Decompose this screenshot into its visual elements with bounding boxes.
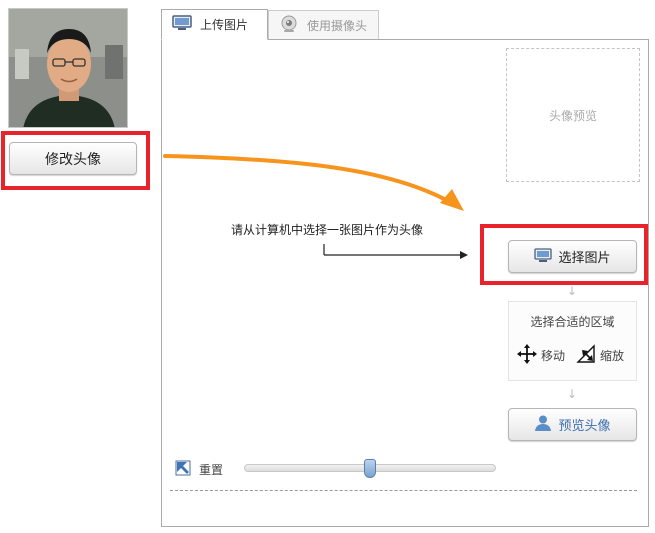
zoom-slider-thumb[interactable] [364, 459, 376, 478]
tab-use-camera[interactable]: 使用摄像头 [268, 10, 379, 39]
resize-icon [576, 344, 596, 367]
flow-down-arrow: ↓ [567, 284, 578, 298]
tab-upload-image[interactable]: 上传图片 [161, 9, 268, 40]
zoom-label: 缩放 [600, 349, 625, 363]
preview-avatar-button-label: 预览头像 [558, 419, 611, 434]
avatar-photo [9, 9, 127, 127]
flow-down-arrow: ↓ [567, 387, 578, 401]
move-icon [517, 344, 537, 367]
reset-icon [175, 460, 191, 479]
orange-annotation-arrow [163, 154, 464, 211]
avatar-preview-box: 头像预览 [506, 48, 640, 182]
avatar [8, 8, 128, 128]
avatar-preview-label: 头像预览 [548, 108, 597, 123]
crop-area-title: 选择合适的区域 [530, 315, 615, 329]
preview-avatar-button[interactable]: 预览头像 [508, 408, 637, 441]
monitor-icon [534, 247, 553, 266]
upload-hint-text: 请从计算机中选择一张图片作为头像 [231, 223, 424, 237]
edit-avatar-button-label: 修改头像 [45, 151, 101, 168]
tab-use-camera-label: 使用摄像头 [307, 18, 368, 33]
reset-button[interactable]: 重置 [175, 460, 223, 479]
move-label: 移动 [541, 349, 566, 363]
select-image-button-label: 选择图片 [558, 251, 611, 266]
select-image-button[interactable]: 选择图片 [508, 240, 637, 273]
edit-avatar-button[interactable]: 修改头像 [9, 142, 137, 175]
webcam-icon [279, 15, 299, 36]
tab-upload-image-label: 上传图片 [200, 18, 249, 32]
zoom-hint: 缩放 [576, 344, 624, 367]
monitor-icon [172, 15, 192, 34]
user-icon [534, 414, 552, 436]
move-hint: 移动 [517, 344, 565, 367]
hint-pointer-arrow [323, 244, 468, 259]
bottom-divider [170, 490, 637, 491]
reset-label: 重置 [199, 463, 224, 477]
